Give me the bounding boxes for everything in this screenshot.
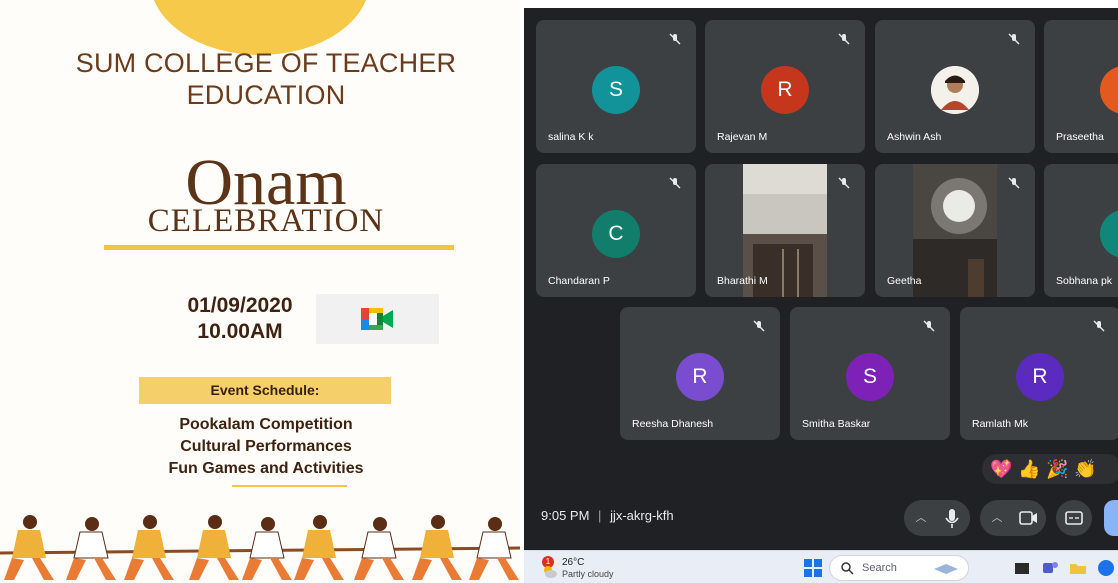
google-meet-icon xyxy=(361,308,393,330)
weather-condition: Partly cloudy xyxy=(562,569,614,579)
meeting-code: jjx-akrg-kfh xyxy=(610,508,674,523)
avatar xyxy=(1100,66,1118,114)
separator: | xyxy=(598,508,602,523)
onam-poster: SUM COLLEGE OF TEACHER EDUCATION Onam CE… xyxy=(0,0,520,583)
taskbar-search-box[interactable]: Search xyxy=(829,555,969,581)
event-time: 10.00AM xyxy=(197,320,283,343)
mic-off-icon xyxy=(923,320,935,332)
participant-name: Rajevan M xyxy=(717,131,768,143)
schedule-item: Fun Games and Activities xyxy=(168,460,364,477)
reactions-bar: 💖 👍 🎉 👏 xyxy=(982,454,1118,484)
meeting-info: 9:05 PM | jjx-akrg-kfh xyxy=(541,508,674,523)
participant-name: Chandaran P xyxy=(548,275,610,287)
participant-name: Reesha Dhanesh xyxy=(632,418,714,430)
poster-subtitle: CELEBRATION xyxy=(147,203,385,239)
schedule-heading: Event Schedule: xyxy=(139,377,391,404)
reaction-thumbs-up[interactable]: 👍 xyxy=(1018,458,1040,480)
college-name-line1: SUM COLLEGE OF TEACHER xyxy=(75,48,457,78)
camera-options-chevron-icon[interactable]: ︿ xyxy=(982,500,1012,536)
mic-off-icon xyxy=(669,177,681,189)
file-explorer-icon[interactable] xyxy=(1068,558,1088,578)
camera-control-group: ︿ xyxy=(980,500,1046,536)
participant-name: salina K k xyxy=(548,131,594,143)
search-label: Search xyxy=(862,562,897,574)
participant-tile[interactable]: R Rajevan M xyxy=(705,20,865,153)
college-name-line2: EDUCATION xyxy=(186,80,346,110)
schedule-underline xyxy=(232,485,347,487)
participant-tile[interactable]: Sobhana pk xyxy=(1044,164,1118,297)
video-camera-icon xyxy=(1019,511,1037,525)
participant-tile[interactable]: R Reesha Dhanesh xyxy=(620,307,780,440)
captions-button[interactable] xyxy=(1056,500,1092,536)
title-divider xyxy=(104,245,454,250)
avatar xyxy=(1100,210,1118,258)
mic-options-chevron-icon[interactable]: ︿ xyxy=(906,500,936,536)
participant-name: Praseetha xyxy=(1056,131,1104,143)
event-date: 01/09/2020 xyxy=(187,294,293,317)
participant-tile[interactable]: Bharathi M xyxy=(705,164,865,297)
mic-off-icon xyxy=(1008,33,1020,45)
avatar: C xyxy=(592,210,640,258)
search-icon xyxy=(841,562,854,575)
sun-graphic xyxy=(150,0,370,55)
participant-tile[interactable]: R Ramlath Mk xyxy=(960,307,1118,440)
tug-of-war-illustration xyxy=(0,515,520,580)
camera-button[interactable] xyxy=(1010,500,1046,536)
browser-icon[interactable] xyxy=(1096,558,1116,578)
windows-taskbar: 1 26°C Partly cloudy Search xyxy=(524,550,1118,583)
mic-off-icon xyxy=(838,33,850,45)
windows-start-icon[interactable] xyxy=(804,559,822,577)
schedule-item: Pookalam Competition xyxy=(179,416,353,433)
task-view-icon[interactable] xyxy=(1012,558,1032,578)
avatar: S xyxy=(846,353,894,401)
participant-tile[interactable]: S salina K k xyxy=(536,20,696,153)
participant-tile[interactable]: S Smitha Baskar xyxy=(790,307,950,440)
participant-name: Smitha Baskar xyxy=(802,418,871,430)
mic-off-icon xyxy=(1093,320,1105,332)
participant-name: Sobhana pk xyxy=(1056,275,1113,287)
avatar: S xyxy=(592,66,640,114)
reaction-clap[interactable]: 👏 xyxy=(1074,458,1096,480)
mic-off-icon xyxy=(1008,177,1020,189)
reaction-heart[interactable]: 💖 xyxy=(990,458,1012,480)
avatar: R xyxy=(761,66,809,114)
weather-temperature: 26°C xyxy=(562,557,585,568)
mic-off-icon xyxy=(669,33,681,45)
teams-icon[interactable] xyxy=(1040,558,1060,578)
microphone-icon xyxy=(945,509,959,528)
schedule-item: Cultural Performances xyxy=(180,438,352,455)
mic-off-icon xyxy=(753,320,765,332)
more-controls-button[interactable] xyxy=(1104,500,1118,536)
participant-name: Ashwin Ash xyxy=(887,131,942,143)
search-highlight-icon xyxy=(934,564,958,574)
avatar: R xyxy=(676,353,724,401)
participant-tile[interactable]: C Chandaran P xyxy=(536,164,696,297)
microphone-button[interactable] xyxy=(934,500,970,536)
clock-time: 9:05 PM xyxy=(541,508,590,523)
reaction-party[interactable]: 🎉 xyxy=(1046,458,1068,480)
partly-cloudy-icon xyxy=(544,566,557,578)
camera-video-feed xyxy=(913,164,997,297)
mic-off-icon xyxy=(838,177,850,189)
participant-tile[interactable]: Ashwin Ash xyxy=(875,20,1035,153)
profile-photo xyxy=(931,66,979,114)
google-meet-window: S salina K k R Rajevan M Ashwin Ash Pras… xyxy=(524,8,1118,550)
participant-name: Bharathi M xyxy=(717,275,768,287)
mic-control-group: ︿ xyxy=(904,500,970,536)
participant-tile[interactable]: Praseetha xyxy=(1044,20,1118,153)
avatar: R xyxy=(1016,353,1064,401)
captions-icon xyxy=(1065,511,1083,525)
participant-tile[interactable]: Geetha xyxy=(875,164,1035,297)
google-meet-logo-box xyxy=(316,294,439,344)
participant-name: Ramlath Mk xyxy=(972,418,1029,430)
participant-name: Geetha xyxy=(887,275,922,287)
weather-widget[interactable]: 1 26°C Partly cloudy xyxy=(538,555,648,581)
